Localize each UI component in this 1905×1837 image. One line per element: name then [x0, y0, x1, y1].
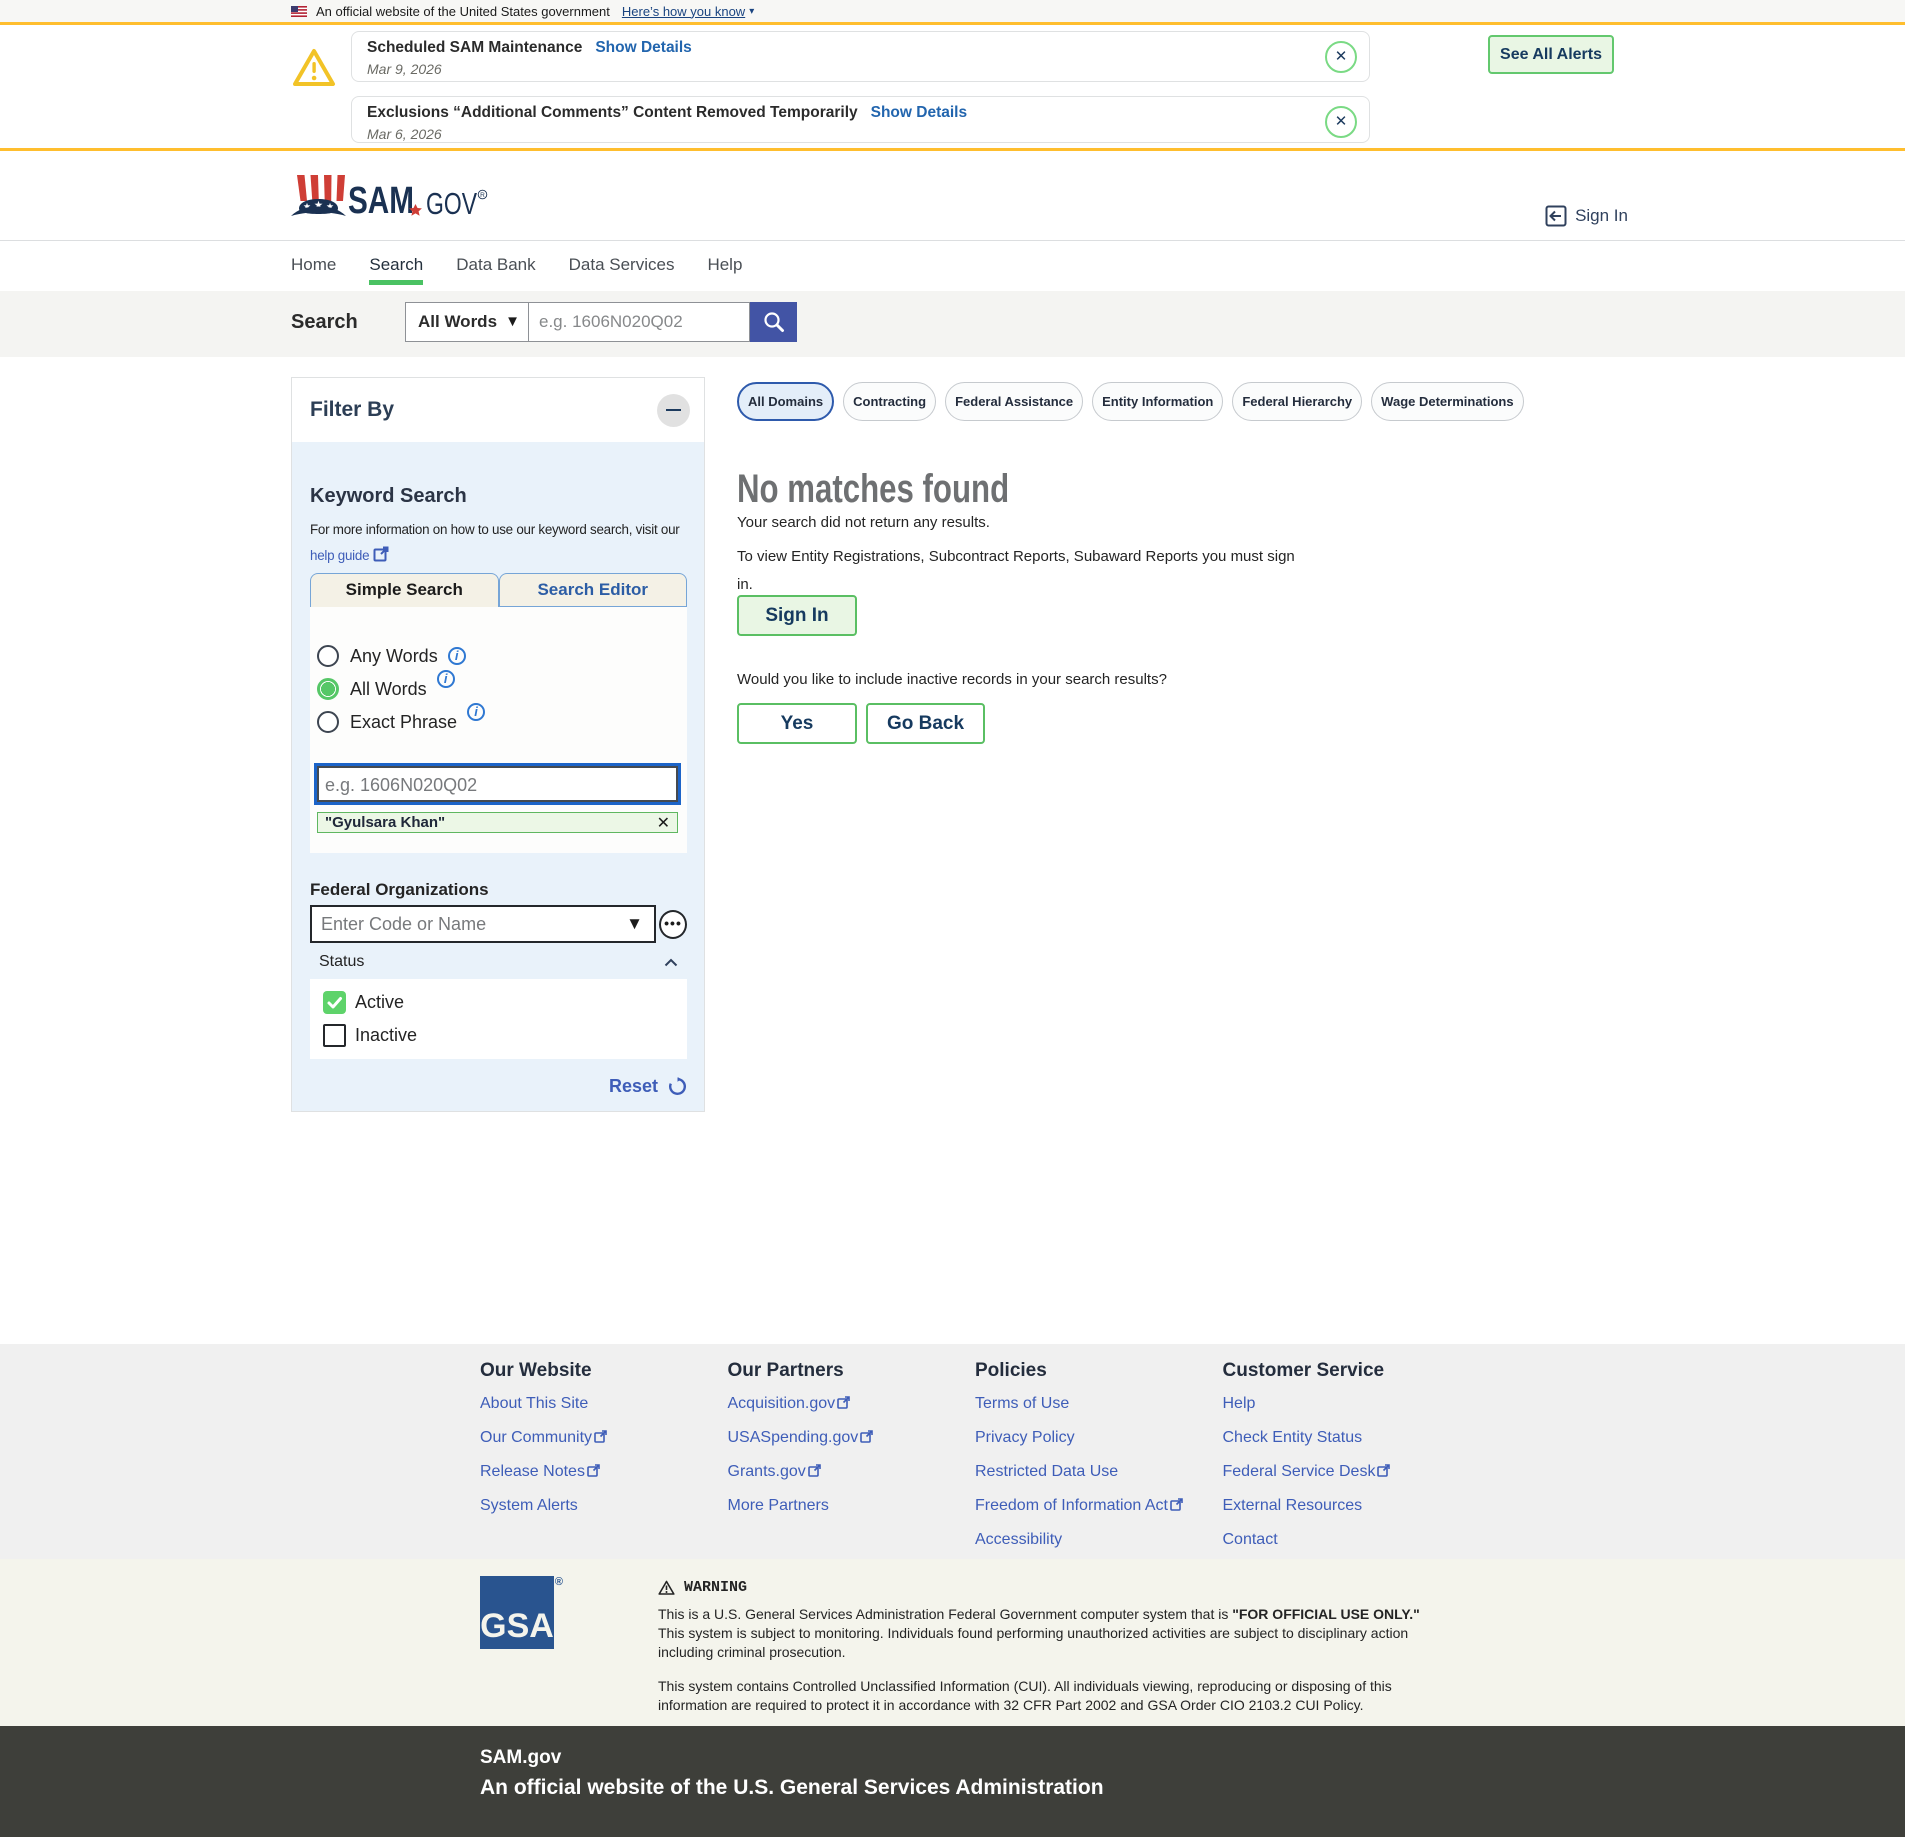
- svg-text:SAM: SAM: [348, 180, 414, 219]
- svg-text:GOV: GOV: [426, 186, 477, 219]
- svg-text:R: R: [480, 192, 485, 199]
